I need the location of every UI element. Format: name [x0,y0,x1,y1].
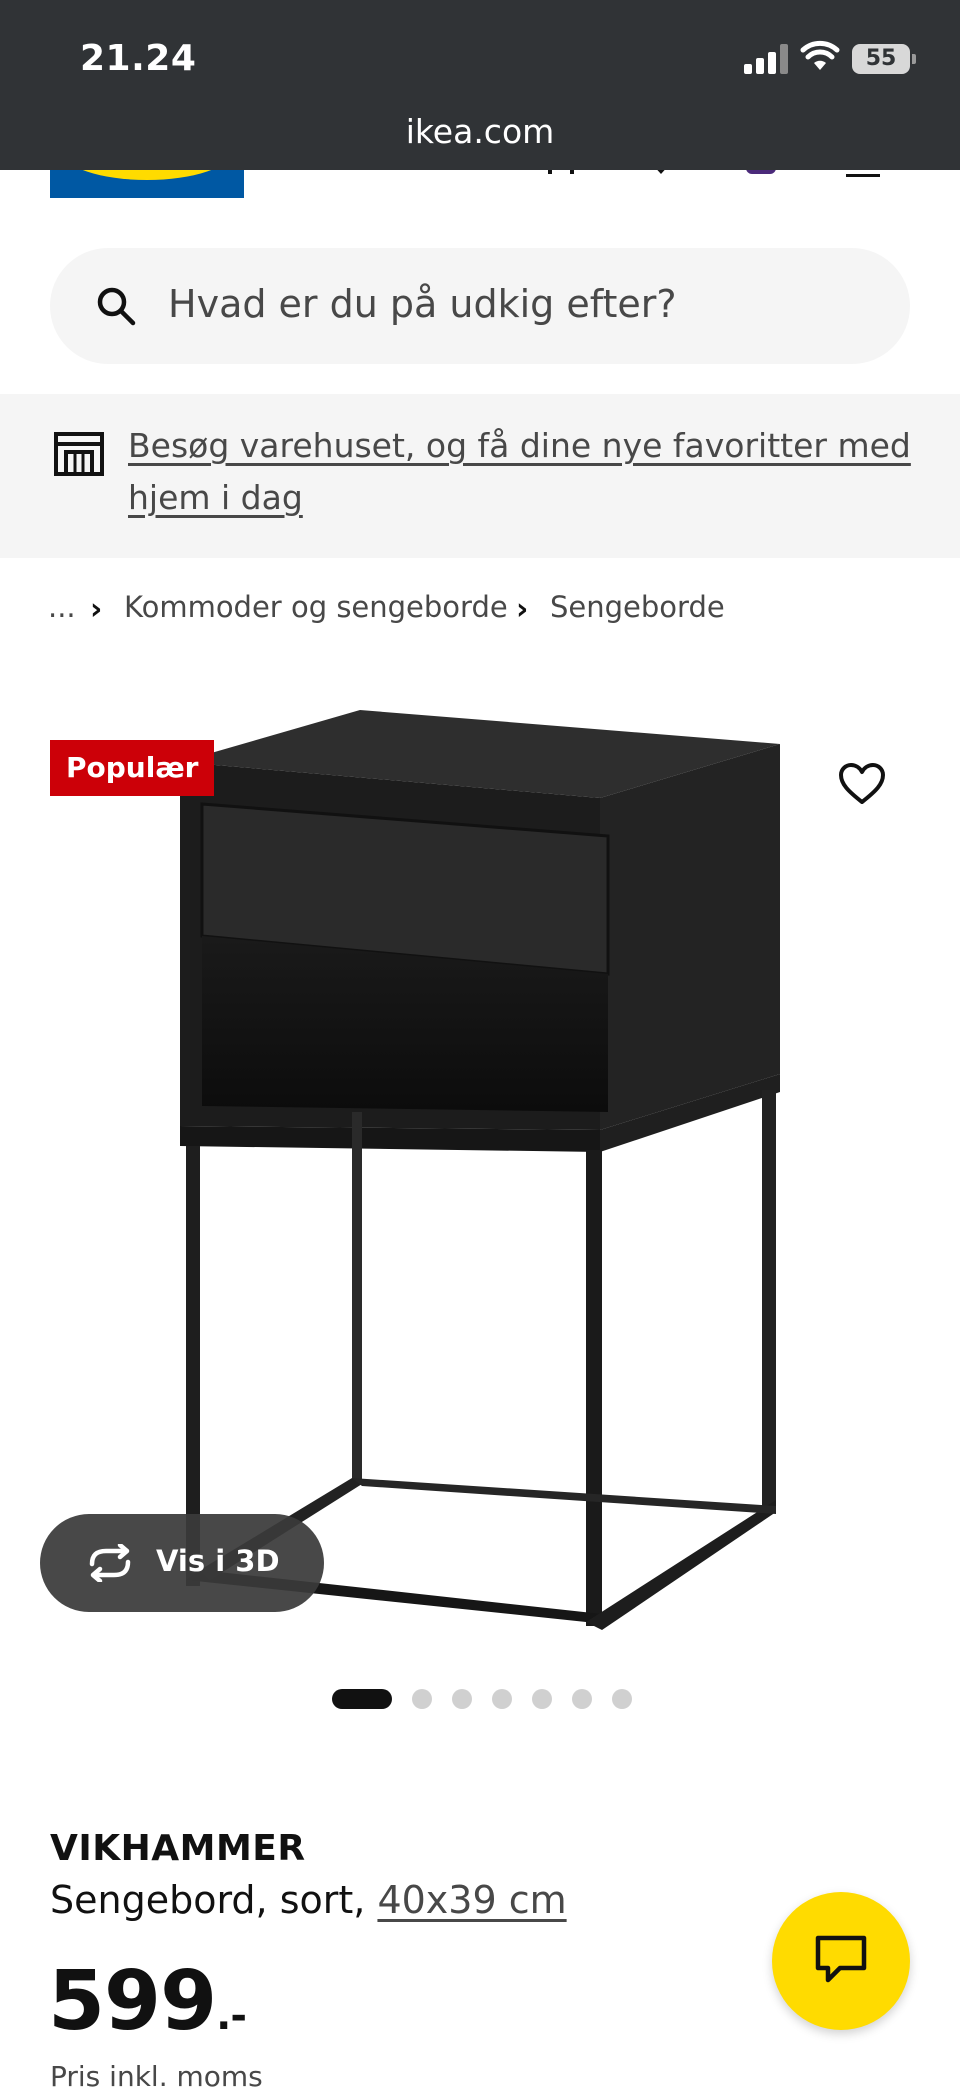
search-input[interactable]: Hvad er du på udkig efter? [168,282,677,326]
chevron-right-icon: › [516,592,529,627]
favorite-heart-icon[interactable] [838,762,886,806]
chevron-right-icon: › [90,592,103,627]
price-main: 599 [48,1954,217,2049]
size-link[interactable]: 40x39 cm [377,1878,566,1922]
breadcrumb-ellipsis[interactable]: ... [48,590,76,624]
popular-badge: Populær [50,740,215,796]
chat-bubble-icon [815,1935,867,1983]
battery-icon: 55 [852,44,910,74]
battery-cap [912,54,916,64]
breadcrumb-item[interactable]: Sengeborde [550,590,725,624]
product-name: VIKHAMMER [50,1828,306,1869]
store-visit-link[interactable]: Besøg varehuset, og få dine nye favoritt… [128,420,918,524]
product-price: 599.- [48,1954,247,2049]
price-note: Pris inkl. moms [50,2060,263,2093]
view-in-3d-label: Vis i 3D [156,1544,280,1578]
address-bar-url[interactable]: ikea.com [0,112,960,151]
product-description: Sengebord, sort, 40x39 cm [50,1878,567,1922]
carousel-dot[interactable] [492,1689,512,1709]
store-icon [54,432,104,476]
price-suffix: .- [216,1993,247,2039]
product-image[interactable] [150,700,800,1640]
carousel-dot[interactable] [452,1689,472,1709]
status-time: 21.24 [80,38,197,79]
carousel-dot-active[interactable] [332,1689,392,1709]
carousel-dot[interactable] [572,1689,592,1709]
carousel-dot[interactable] [532,1689,552,1709]
search-icon [97,287,136,326]
product-type: Sengebord, sort, [50,1878,366,1922]
rotate-3d-icon [89,1544,131,1582]
wifi-icon [800,40,840,70]
breadcrumb-item[interactable]: Kommoder og sengeborde [124,590,508,624]
cellular-signal-icon [744,44,788,74]
carousel-dot[interactable] [412,1689,432,1709]
carousel-dot[interactable] [612,1689,632,1709]
